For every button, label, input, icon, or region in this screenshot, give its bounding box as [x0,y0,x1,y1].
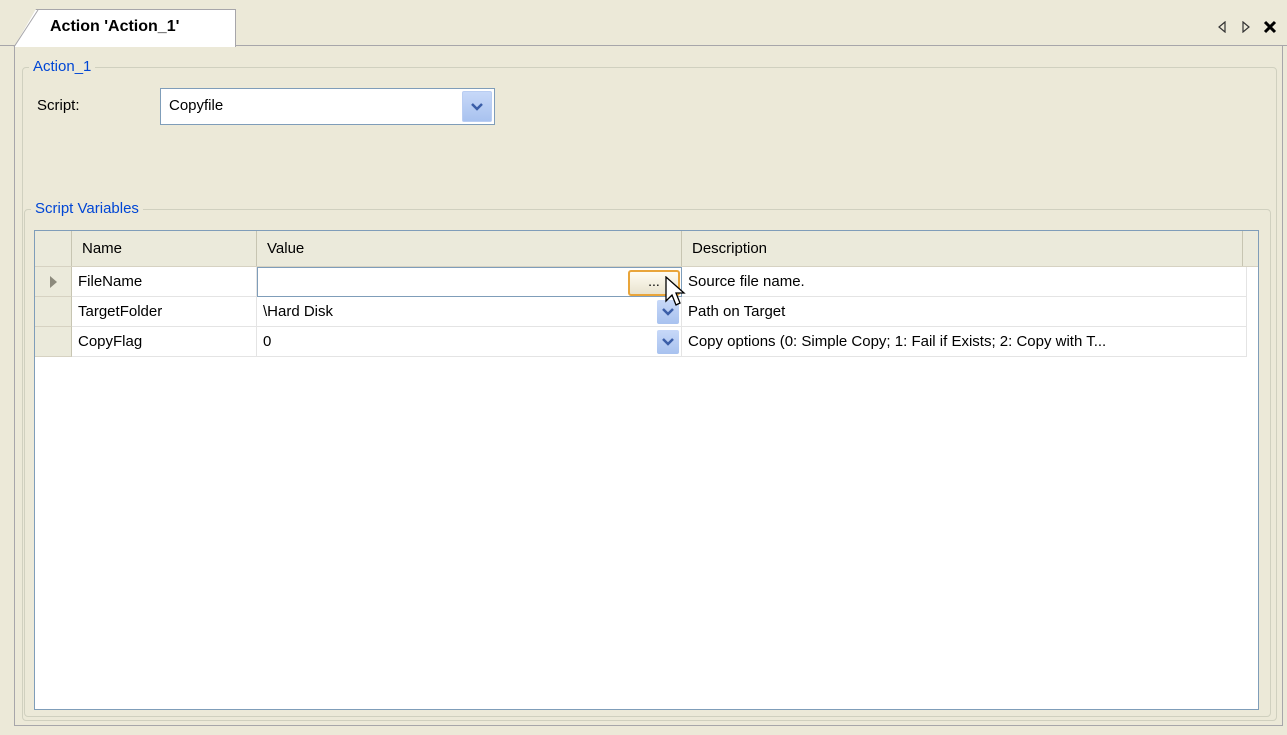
table-row[interactable]: FileName ... Source file name. [35,267,1247,297]
cell-name[interactable]: CopyFlag [72,327,257,357]
mouse-cursor-icon [665,276,686,306]
tab-controls [1213,18,1279,36]
cell-value[interactable]: ... [257,267,682,297]
current-row-arrow-icon [50,275,57,288]
script-combobox[interactable]: Copyfile [160,88,495,125]
row-selector[interactable] [35,267,72,297]
column-header-name[interactable]: Name [72,231,257,266]
scroll-right-icon[interactable] [1237,18,1255,36]
chevron-down-icon[interactable] [462,91,492,122]
chevron-down-icon[interactable] [657,330,679,354]
cell-value-text: \Hard Disk [263,303,334,320]
tab-title[interactable]: Action 'Action_1' [50,18,179,36]
tab-slant-edge [13,9,39,48]
cell-value[interactable]: 0 [257,327,682,357]
script-label: Script: [37,97,80,114]
row-selector[interactable] [35,297,72,327]
table-row[interactable]: CopyFlag 0 Copy options (0: Simple Copy;… [35,327,1247,357]
column-header-value[interactable]: Value [257,231,682,266]
cell-description: Copy options (0: Simple Copy; 1: Fail if… [682,327,1247,357]
tab-strip: Action 'Action_1' [0,0,1287,48]
grid-header: Name Value Description [35,231,1258,267]
script-variables-title: Script Variables [31,200,143,217]
row-selector[interactable] [35,327,72,357]
cell-description: Path on Target [682,297,1247,327]
column-header-description[interactable]: Description [682,231,1243,266]
script-combobox-value: Copyfile [169,97,224,114]
cell-name[interactable]: TargetFolder [72,297,257,327]
cell-value[interactable]: \Hard Disk [257,297,682,327]
cell-description: Source file name. [682,267,1247,297]
close-icon[interactable] [1261,18,1279,36]
action-groupbox-title: Action_1 [29,58,96,75]
cell-name[interactable]: FileName [72,267,257,297]
scroll-left-icon[interactable] [1213,18,1231,36]
table-row[interactable]: TargetFolder \Hard Disk Path on Target [35,297,1247,327]
cell-value-text: 0 [263,333,272,350]
grid-corner [35,231,72,266]
script-variables-grid[interactable]: Name Value Description FileName ... Sour… [34,230,1259,710]
